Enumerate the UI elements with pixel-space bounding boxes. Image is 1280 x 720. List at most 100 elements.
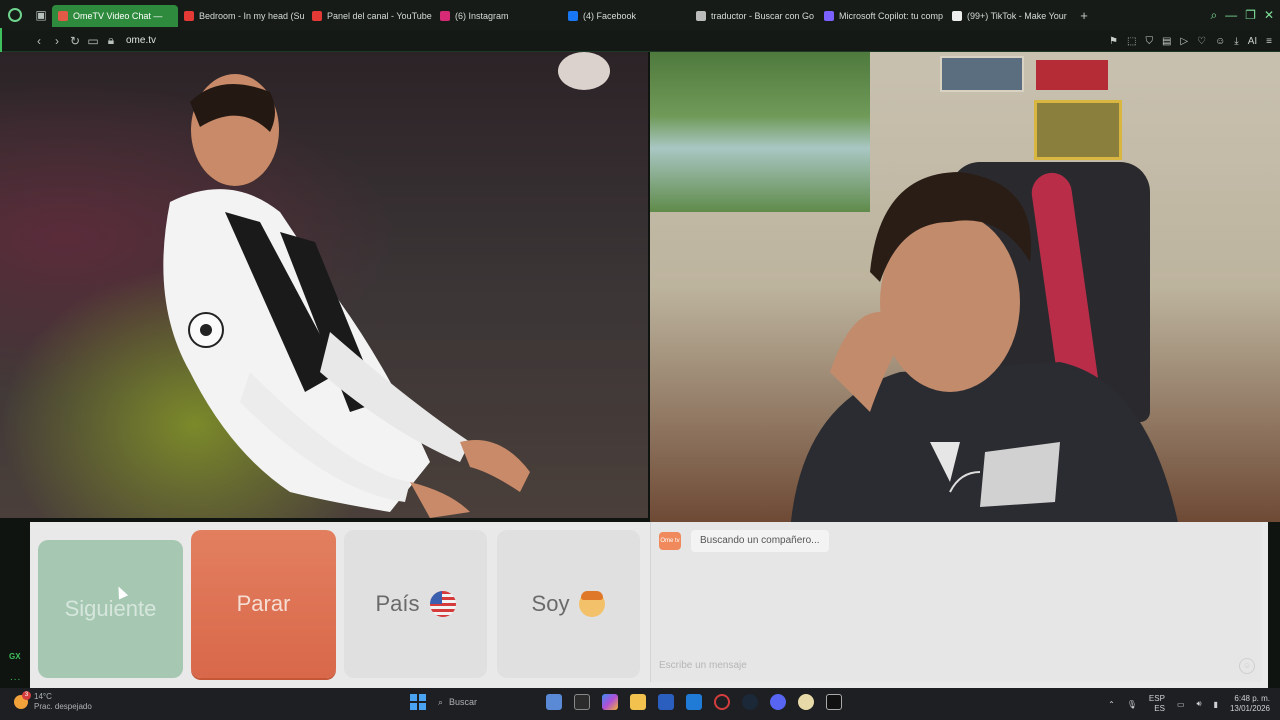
ometv-logo-icon: Ome tv (659, 532, 681, 550)
language-indicator[interactable]: ESP ES (1149, 694, 1165, 714)
restore-icon[interactable]: ❐ (1245, 8, 1256, 22)
bookmark-icon[interactable]: ⚑ (1109, 36, 1118, 47)
tab-label: traductor - Buscar con Go (711, 11, 815, 21)
tab-instagram[interactable]: (6) Instagram (434, 5, 562, 27)
workspaces-icon[interactable]: ▣ (30, 0, 52, 30)
language-sub: ES (1154, 704, 1165, 713)
widgets-icon[interactable] (546, 694, 562, 710)
next-label: Siguiente (64, 596, 157, 621)
close-icon[interactable]: ✕ (1264, 8, 1274, 22)
taskbar-search[interactable]: ⌕ Buscar (438, 697, 534, 708)
url-field[interactable]: ome.tv (126, 35, 156, 46)
stop-button[interactable]: Parar (191, 530, 336, 678)
copilot-app-icon[interactable] (602, 694, 618, 710)
weather-desc: Prac. despejado (34, 702, 92, 711)
tab-label: (6) Instagram (455, 11, 509, 21)
gender-button[interactable]: Soy (497, 530, 640, 678)
tab-label: (4) Facebook (583, 11, 637, 21)
tab-bedroom[interactable]: Bedroom - In my head (Su (178, 5, 306, 27)
new-tab-button[interactable]: + (1074, 8, 1094, 23)
next-button[interactable]: Siguiente (38, 540, 183, 678)
camera-icon[interactable]: ▭ (84, 34, 102, 48)
clock-time: 6:48 p. m. (1234, 694, 1270, 703)
snapshot-icon[interactable]: ⬚ (1127, 36, 1136, 47)
task-view-icon[interactable] (574, 694, 590, 710)
gx-icon[interactable]: GX (9, 652, 21, 661)
notification-badge: 3 (22, 691, 31, 700)
sidebar-more-icon[interactable]: ... (10, 672, 21, 683)
network-icon[interactable]: ▭ (1177, 700, 1185, 709)
send-icon[interactable]: ☺ (1239, 658, 1255, 674)
partner-video (0, 52, 648, 518)
ai-button[interactable]: AI (1248, 36, 1257, 47)
language-code: ESP (1148, 694, 1165, 703)
chat-area: Ome tv Buscando un compañero... Escribe … (650, 522, 1262, 682)
address-bar: ‹ › ↻ ▭ 🔒︎ ome.tv ⚑ ⬚ ⛉ ▤ ▷ ♡ ☺ ⤓ AI ≡ (0, 30, 1280, 52)
volume-icon[interactable]: 🔊︎ (1197, 699, 1202, 709)
menu-icon[interactable]: ≡ (1266, 36, 1272, 47)
instagram-icon (440, 11, 450, 21)
steam-icon[interactable] (742, 694, 758, 710)
discord-icon[interactable] (770, 694, 786, 710)
boy-face-icon (579, 591, 606, 617)
window-controls: ⌕ — ❐ ✕ (1210, 0, 1274, 30)
play-icon[interactable]: ▷ (1180, 36, 1188, 47)
tab-tiktok[interactable]: (99+) TikTok - Make Your (946, 5, 1074, 27)
control-panel: Siguiente Parar País Soy Ome tv Buscando… (30, 522, 1268, 688)
shield-icon[interactable]: ⛉ (1145, 36, 1153, 47)
reload-icon[interactable]: ↻ (66, 34, 84, 48)
windows-start-icon[interactable] (410, 694, 426, 710)
toolbar-icons: ⚑ ⬚ ⛉ ▤ ▷ ♡ ☺ ⤓ AI ≡ (1109, 30, 1272, 52)
weather-widget[interactable]: 3 14°C Prac. despejado (14, 691, 92, 712)
status-message: Buscando un compañero... (691, 530, 829, 552)
tab-label: (99+) TikTok - Make Your (967, 11, 1067, 21)
download-icon[interactable]: ⤓ (1234, 36, 1238, 47)
search-tabs-icon[interactable]: ⌕ (1210, 8, 1217, 23)
self-video (650, 52, 1280, 522)
weather-text: 14°C Prac. despejado (34, 692, 92, 712)
vpn-icon[interactable]: ▤ (1162, 36, 1171, 47)
minimize-icon[interactable]: — (1225, 8, 1237, 22)
microphone-icon[interactable]: 🎙︎ (1127, 700, 1137, 709)
tab-label: OmeTV Video Chat — (73, 11, 163, 21)
tab-youtube-panel[interactable]: Panel del canal - YouTube (306, 5, 434, 27)
us-flag-icon (429, 591, 456, 617)
google-icon (696, 11, 706, 21)
back-icon[interactable]: ‹ (30, 34, 48, 48)
clock-date: 13/01/2026 (1229, 704, 1270, 713)
tab-bar: ▣ OmeTV Video Chat — Bedroom - In my hea… (0, 0, 1280, 30)
stop-label: Parar (236, 591, 291, 616)
opera-gx-icon[interactable] (0, 0, 30, 30)
player-image (163, 74, 530, 518)
tab-traductor[interactable]: traductor - Buscar con Go (690, 5, 818, 27)
tab-ometv[interactable]: OmeTV Video Chat — (52, 5, 178, 27)
store-icon[interactable] (658, 694, 674, 710)
tab-copilot[interactable]: Microsoft Copilot: tu comp (818, 5, 946, 27)
file-explorer-icon[interactable] (630, 694, 646, 710)
system-tray: ⌃ 🎙︎ ESP ES ▭ 🔊︎ ▮ 6:48 p. m. 13/01/2026 (1108, 694, 1270, 714)
lock-icon: 🔒︎ (107, 33, 115, 47)
clock[interactable]: 6:48 p. m. 13/01/2026 (1230, 694, 1270, 714)
framed-photo (1034, 100, 1122, 160)
chrome-icon[interactable] (798, 694, 814, 710)
battery-icon[interactable]: ▮ (1214, 700, 1218, 709)
forward-icon[interactable]: › (48, 34, 66, 48)
switzerland-flag-sign (1036, 60, 1108, 90)
mail-icon[interactable] (686, 694, 702, 710)
youtube-icon (312, 11, 322, 21)
message-input[interactable]: Escribe un mensaje (659, 660, 1219, 671)
country-button[interactable]: País (344, 530, 487, 678)
search-icon: ⌕ (438, 696, 444, 707)
heart-icon[interactable]: ♡ (1197, 36, 1206, 47)
obs-icon[interactable] (826, 694, 842, 710)
sidebar-accent (0, 28, 2, 54)
opera-icon[interactable] (714, 694, 730, 710)
tab-facebook[interactable]: (4) Facebook (562, 5, 690, 27)
tray-expand-icon[interactable]: ⌃ (1108, 700, 1115, 709)
ometv-window: ▣ OmeTV Video Chat — Bedroom - In my hea… (0, 0, 1280, 720)
profile-icon[interactable]: ☺ (1215, 36, 1225, 47)
tab-label: Bedroom - In my head (Su (199, 11, 305, 21)
ometv-favicon (58, 11, 68, 21)
self-person (791, 172, 1178, 522)
facebook-icon (568, 11, 578, 21)
